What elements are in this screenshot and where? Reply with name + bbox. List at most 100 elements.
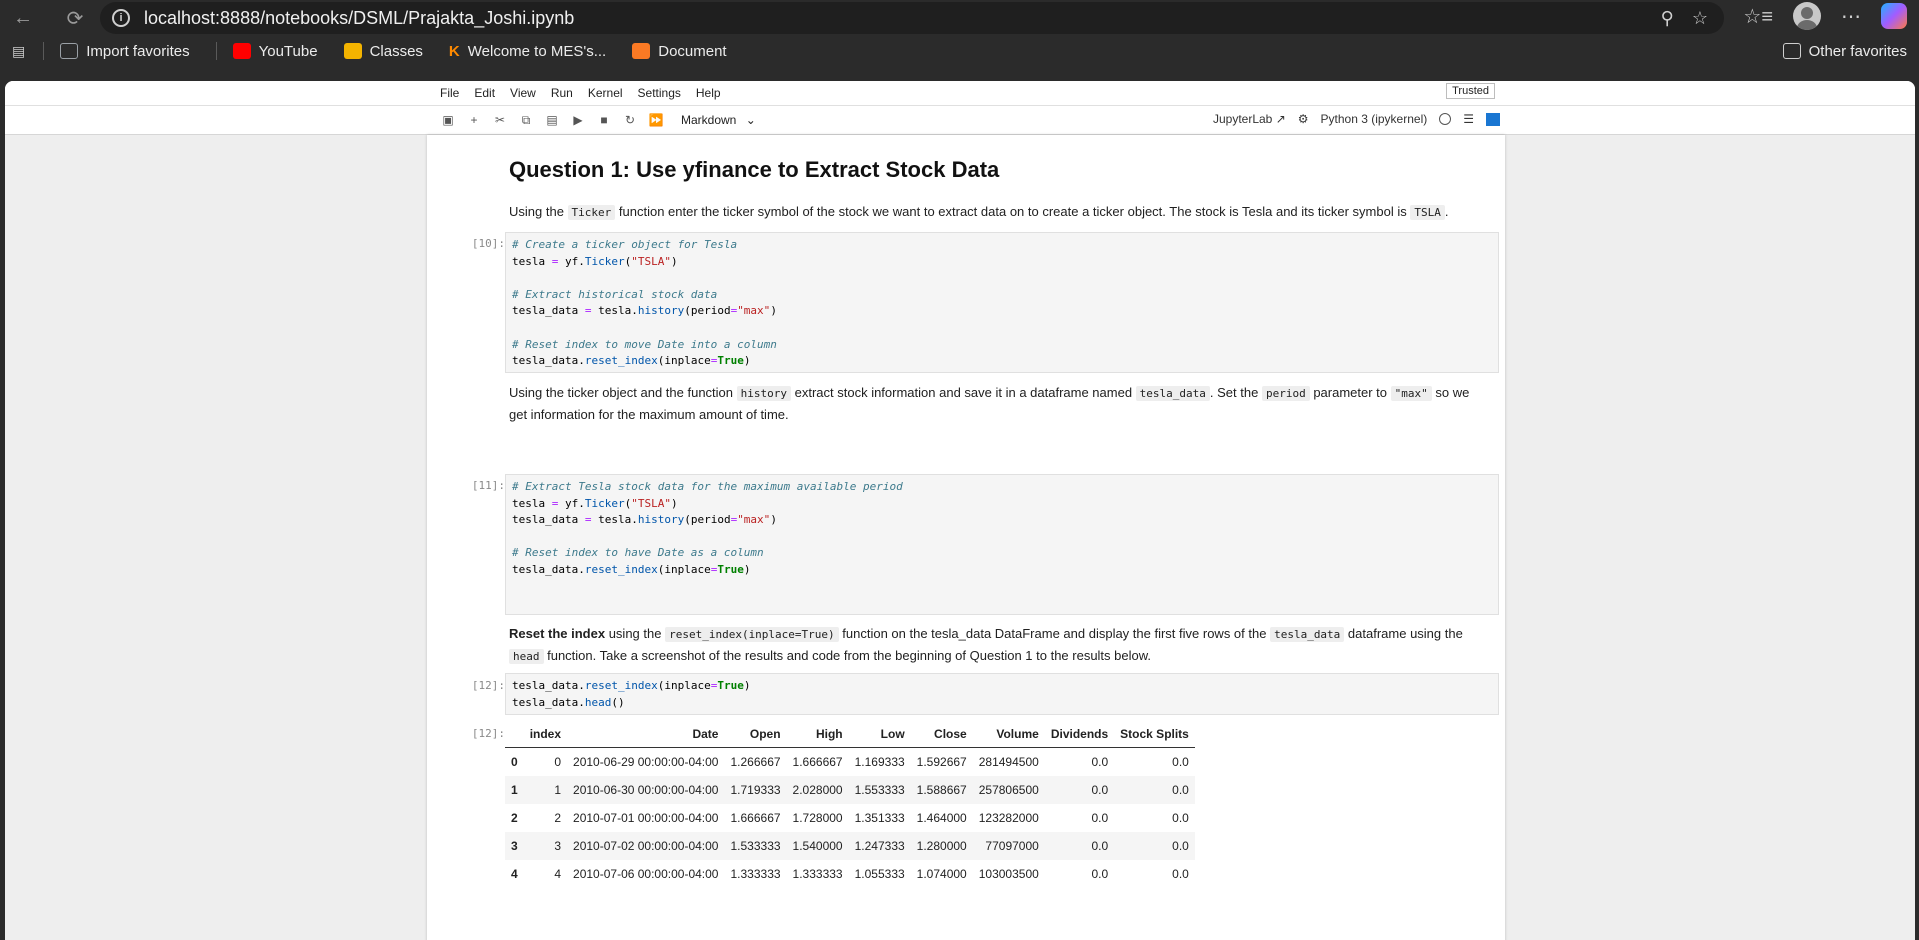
fast-forward-icon[interactable]: ⏩ bbox=[643, 113, 669, 127]
debug-bug-icon[interactable]: ⚙ bbox=[1298, 112, 1309, 126]
toc-menu-icon[interactable]: ☰ bbox=[1463, 112, 1474, 126]
table-cell: 2010-06-30 00:00:00-04:00 bbox=[573, 782, 719, 797]
favorite-star-icon[interactable]: ☆ bbox=[1692, 8, 1708, 29]
code-token: ) bbox=[770, 304, 777, 318]
favorites-list-icon[interactable]: ☆≡ bbox=[1743, 4, 1773, 29]
code-cell-1[interactable]: # Create a ticker object for Tesla tesla… bbox=[505, 232, 1499, 373]
zoom-icon[interactable]: ⚲ bbox=[1661, 8, 1674, 29]
refresh-icon[interactable]: ⟳ bbox=[58, 1, 92, 35]
table-cell: 2.028000 bbox=[792, 782, 843, 797]
code-token: reset_index bbox=[584, 354, 658, 368]
code-comment: # Extract Tesla stock data for the maxim… bbox=[512, 480, 903, 493]
cut-icon[interactable]: ✂ bbox=[487, 113, 513, 127]
bookmark-classes[interactable]: Classes bbox=[343, 43, 423, 60]
cell-prompt: [12]: bbox=[471, 679, 505, 692]
back-icon[interactable]: ← bbox=[6, 1, 40, 35]
code-token: True bbox=[717, 562, 744, 576]
table-cell: 77097000 bbox=[985, 838, 1039, 853]
menu-help[interactable]: Help bbox=[696, 86, 721, 100]
markdown-cell-para3[interactable]: Reset the index using the reset_index(in… bbox=[509, 623, 1489, 667]
trusted-badge[interactable]: Trusted bbox=[1446, 83, 1495, 99]
para-text: using the bbox=[605, 626, 666, 641]
add-cell-icon[interactable]: + bbox=[461, 113, 487, 127]
table-row: 1 1 2010-06-30 00:00:00-04:00 1.719333 2.028… bbox=[505, 775, 1195, 804]
menu-settings[interactable]: Settings bbox=[638, 86, 681, 100]
code-token: True bbox=[717, 679, 744, 692]
code-cell-3[interactable]: tesla_data.reset_index(inplace=True) tes… bbox=[505, 673, 1499, 715]
table-cell: 3 bbox=[554, 838, 562, 853]
xampp-icon bbox=[632, 43, 651, 59]
cell-type-select[interactable]: Markdown ⌄ bbox=[681, 113, 756, 127]
markdown-cell-heading[interactable]: Question 1: Use yfinance to Extract Stoc… bbox=[509, 159, 1489, 181]
code-token: (period bbox=[684, 304, 731, 318]
column-header: Date bbox=[567, 721, 725, 748]
code-token: tesla bbox=[512, 254, 552, 268]
table-cell: 1.333333 bbox=[730, 866, 781, 881]
kernel-name[interactable]: Python 3 (ipykernel) bbox=[1321, 112, 1428, 126]
table-cell: 1.728000 bbox=[792, 810, 843, 825]
code-token: Ticker bbox=[584, 496, 625, 510]
code-token: True bbox=[717, 354, 744, 368]
para-text: extract stock information and save it in… bbox=[791, 385, 1136, 400]
row-index-cell: 1 bbox=[511, 782, 518, 797]
cell-prompt: [11]: bbox=[471, 479, 505, 492]
classroom-icon bbox=[343, 43, 362, 59]
other-favorites[interactable]: Other favorites bbox=[1782, 43, 1907, 60]
bookmark-welcome-mes[interactable]: K Welcome to MES's... bbox=[449, 43, 606, 60]
copilot-icon[interactable] bbox=[1881, 3, 1907, 29]
url-text[interactable]: localhost:8888/notebooks/DSML/Prajakta_J… bbox=[144, 8, 574, 29]
column-header: Open bbox=[724, 721, 787, 748]
table-cell: 1.055333 bbox=[854, 866, 905, 881]
bookmarks-divider bbox=[43, 42, 45, 60]
stop-icon[interactable]: ■ bbox=[591, 113, 617, 127]
bookmark-document[interactable]: Document bbox=[632, 42, 727, 60]
bookmark-import-favorites[interactable]: Import favorites bbox=[60, 43, 190, 60]
more-menu-icon[interactable]: ⋯ bbox=[1841, 4, 1861, 29]
code-token: "TSLA" bbox=[631, 254, 671, 268]
menu-run[interactable]: Run bbox=[551, 86, 573, 100]
collections-icon[interactable]: ▤ bbox=[12, 43, 25, 60]
table-cell: 0.0 bbox=[1091, 810, 1109, 825]
property-inspector-icon[interactable] bbox=[1486, 112, 1500, 126]
restart-icon[interactable]: ↻ bbox=[617, 113, 643, 127]
code-token: (period bbox=[684, 513, 731, 527]
markdown-cell-para1[interactable]: Using the Ticker function enter the tick… bbox=[509, 201, 1489, 223]
menu-bar: File Edit View Run Kernel Settings Help … bbox=[5, 81, 1915, 105]
table-cell: 1.588667 bbox=[916, 782, 967, 797]
column-header: Dividends bbox=[1044, 721, 1115, 748]
code-token: ) bbox=[743, 562, 751, 576]
markdown-cell-para2[interactable]: Using the ticker object and the function… bbox=[509, 382, 1489, 425]
browser-toolbar: ← ⟳ i localhost:8888/notebooks/DSML/Praj… bbox=[0, 0, 1919, 36]
run-icon[interactable]: ▶ bbox=[565, 113, 591, 127]
bookmark-youtube[interactable]: YouTube bbox=[232, 43, 318, 60]
paste-icon[interactable]: ▤ bbox=[539, 113, 565, 127]
code-comment: # Extract historical stock data bbox=[512, 287, 718, 301]
bookmarks-bar: ▤ Import favorites YouTube Classes K Wel… bbox=[0, 36, 1919, 66]
site-info-icon[interactable]: i bbox=[112, 9, 130, 27]
menu-edit[interactable]: Edit bbox=[474, 86, 495, 100]
para-text: . bbox=[1444, 204, 1449, 219]
table-cell: 0.0 bbox=[1172, 782, 1189, 797]
table-cell: 0.0 bbox=[1091, 866, 1109, 881]
jupyterlab-link[interactable]: JupyterLab ↗ bbox=[1213, 112, 1286, 126]
code-cell-2[interactable]: # Extract Tesla stock data for the maxim… bbox=[505, 474, 1499, 615]
table-cell: 0.0 bbox=[1172, 754, 1189, 769]
address-bar[interactable]: i localhost:8888/notebooks/DSML/Prajakta… bbox=[100, 2, 1724, 34]
menu-file[interactable]: File bbox=[440, 86, 459, 100]
jupyterlab-label: JupyterLab bbox=[1212, 112, 1273, 126]
save-icon[interactable]: ▣ bbox=[435, 113, 461, 127]
profile-avatar[interactable] bbox=[1793, 2, 1821, 30]
table-header-row: index Date Open High Low Close Volume Di… bbox=[505, 721, 1195, 748]
code-token: (inplace bbox=[657, 354, 711, 368]
code-token: yf. bbox=[558, 254, 585, 268]
code-token: () bbox=[611, 695, 625, 709]
cell-type-value: Markdown bbox=[681, 113, 737, 127]
k-logo-icon: K bbox=[448, 42, 460, 60]
cell-prompt: [10]: bbox=[471, 237, 505, 250]
bookmark-label: Document bbox=[658, 42, 727, 60]
copy-icon[interactable]: ⧉ bbox=[513, 113, 539, 128]
menu-view[interactable]: View bbox=[510, 86, 536, 100]
inline-code: tesla_data bbox=[1135, 386, 1210, 401]
menu-kernel[interactable]: Kernel bbox=[588, 86, 623, 100]
table-cell: 1.280000 bbox=[916, 838, 967, 853]
